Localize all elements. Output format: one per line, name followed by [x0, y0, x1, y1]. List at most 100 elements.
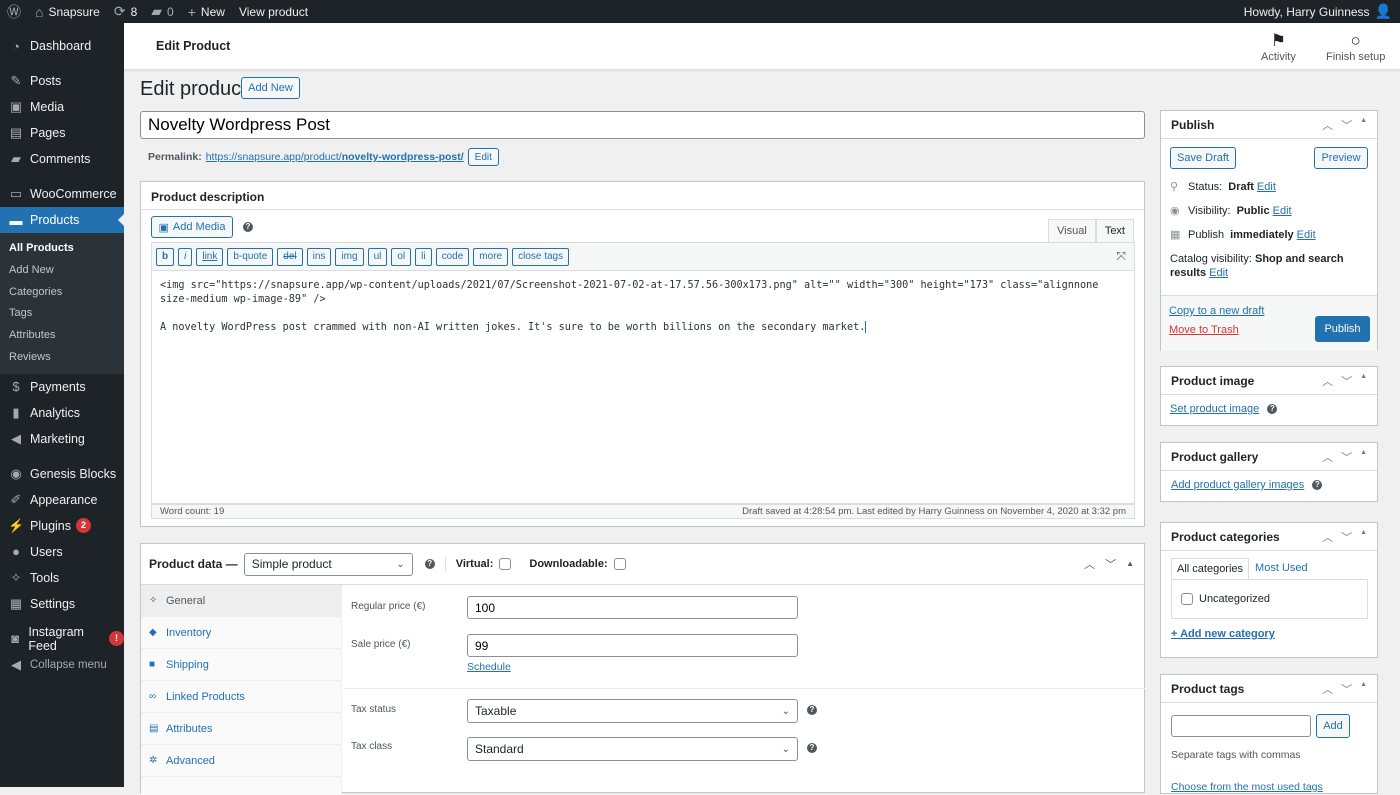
- qt-img-button[interactable]: img: [335, 247, 364, 266]
- product-title-input[interactable]: [140, 111, 1145, 139]
- sidebar-item-tools[interactable]: ✧ Tools: [0, 565, 124, 591]
- move-to-trash-link[interactable]: Move to Trash: [1169, 324, 1239, 336]
- submenu-categories[interactable]: Categories: [0, 282, 124, 304]
- sidebar-item-payments[interactable]: $ Payments: [0, 374, 124, 400]
- visibility-edit-link[interactable]: Edit: [1273, 205, 1292, 217]
- sidebar-item-marketing[interactable]: ◀ Marketing: [0, 426, 124, 452]
- downloadable-checkbox[interactable]: [613, 558, 626, 570]
- site-name-link[interactable]: ⌂ Snapsure: [28, 0, 107, 23]
- wp-logo-button[interactable]: Ⓦ: [0, 0, 28, 23]
- tab-all-categories[interactable]: All categories: [1171, 558, 1250, 580]
- move-down-icon[interactable]: ﹀: [1341, 117, 1352, 133]
- tab-inventory[interactable]: ◆ Inventory: [141, 617, 341, 649]
- add-new-button[interactable]: Add New: [241, 77, 300, 99]
- sidebar-item-products[interactable]: ▬ Products: [0, 207, 124, 233]
- set-product-image-link[interactable]: Set product image: [1170, 403, 1259, 415]
- help-icon[interactable]: ?: [1267, 404, 1278, 414]
- updates-link[interactable]: ⟳ 8: [107, 0, 144, 23]
- move-down-icon[interactable]: ﹀: [1105, 556, 1116, 572]
- tax-class-select[interactable]: Standard ⌄: [467, 737, 798, 761]
- new-content-link[interactable]: + New: [181, 0, 232, 23]
- add-media-button[interactable]: ▣ Add Media: [151, 216, 233, 238]
- qt-del-button[interactable]: del: [277, 247, 303, 266]
- tab-visual[interactable]: Visual: [1048, 219, 1096, 243]
- sidebar-item-comments[interactable]: ▰ Comments: [0, 146, 124, 172]
- move-down-icon[interactable]: ﹀: [1341, 681, 1352, 697]
- submenu-all-products[interactable]: All Products: [0, 238, 124, 260]
- tag-input[interactable]: [1171, 715, 1311, 737]
- qt-li-button[interactable]: li: [415, 247, 432, 266]
- tab-most-used[interactable]: Most Used: [1249, 558, 1314, 580]
- view-product-link[interactable]: View product: [232, 0, 315, 23]
- move-up-icon[interactable]: ︿: [1322, 117, 1333, 133]
- toggle-panel-icon[interactable]: ▲: [1360, 117, 1367, 133]
- move-down-icon[interactable]: ﹀: [1341, 449, 1352, 465]
- sale-price-input[interactable]: [467, 634, 798, 657]
- help-icon[interactable]: ?: [243, 222, 253, 232]
- help-icon[interactable]: ?: [1312, 480, 1323, 490]
- tab-general[interactable]: ✧ General: [141, 585, 341, 617]
- sidebar-item-media[interactable]: ▣ Media: [0, 94, 124, 120]
- submenu-add-new[interactable]: Add New: [0, 260, 124, 282]
- toggle-panel-icon[interactable]: ▲: [1360, 449, 1367, 465]
- move-down-icon[interactable]: ﹀: [1341, 529, 1352, 545]
- move-up-icon[interactable]: ︿: [1322, 681, 1333, 697]
- save-draft-button[interactable]: Save Draft: [1170, 147, 1236, 169]
- qt-close-tags-button[interactable]: close tags: [512, 247, 570, 266]
- account-menu[interactable]: Howdy, Harry Guinness 👤: [1237, 0, 1400, 23]
- qt-blockquote-button[interactable]: b-quote: [227, 247, 274, 266]
- comments-link[interactable]: ▰ 0: [144, 0, 180, 23]
- finish-setup-button[interactable]: ○ Finish setup: [1326, 31, 1385, 63]
- preview-button[interactable]: Preview: [1314, 147, 1368, 169]
- move-up-icon[interactable]: ︿: [1322, 449, 1333, 465]
- help-icon[interactable]: ?: [807, 743, 817, 753]
- sidebar-item-instagram-feed[interactable]: ◙ Instagram Feed!: [0, 625, 124, 653]
- sidebar-item-users[interactable]: ● Users: [0, 539, 124, 565]
- sidebar-item-genesis-blocks[interactable]: ◉ Genesis Blocks: [0, 461, 124, 487]
- tab-attributes[interactable]: ▤ Attributes: [141, 713, 341, 745]
- virtual-checkbox[interactable]: [499, 558, 512, 570]
- move-up-icon[interactable]: ︿: [1322, 529, 1333, 545]
- submenu-attributes[interactable]: Attributes: [0, 325, 124, 347]
- move-up-icon[interactable]: ︿: [1084, 556, 1095, 572]
- activity-button[interactable]: ⚑ Activity: [1261, 31, 1296, 63]
- tax-status-select[interactable]: Taxable ⌄: [467, 699, 798, 723]
- submenu-tags[interactable]: Tags: [0, 303, 124, 325]
- toggle-panel-icon[interactable]: ▲: [1360, 681, 1367, 697]
- choose-tags-link[interactable]: Choose from the most used tags: [1171, 781, 1323, 793]
- description-textarea[interactable]: <img src="https://snapsure.app/wp-conten…: [151, 271, 1135, 504]
- sidebar-item-dashboard[interactable]: ◔ Dashboard: [0, 33, 124, 59]
- sidebar-item-pages[interactable]: ▤ Pages: [0, 120, 124, 146]
- tab-advanced[interactable]: ✲ Advanced: [141, 745, 341, 777]
- toggle-panel-icon[interactable]: ▲: [1360, 529, 1367, 545]
- submenu-reviews[interactable]: Reviews: [0, 347, 124, 369]
- sidebar-item-posts[interactable]: ✎ Posts: [0, 68, 124, 94]
- permalink-edit-button[interactable]: Edit: [467, 148, 499, 166]
- status-edit-link[interactable]: Edit: [1257, 181, 1276, 193]
- qt-ins-button[interactable]: ins: [306, 247, 332, 266]
- qt-ul-button[interactable]: ul: [367, 247, 388, 266]
- catalog-edit-link[interactable]: Edit: [1209, 267, 1228, 279]
- schedule-edit-link[interactable]: Edit: [1297, 229, 1316, 241]
- help-icon[interactable]: ?: [807, 705, 817, 715]
- add-gallery-images-link[interactable]: Add product gallery images: [1171, 479, 1304, 491]
- qt-more-button[interactable]: more: [473, 247, 509, 266]
- add-new-category-link[interactable]: + Add new category: [1171, 628, 1275, 640]
- sidebar-item-analytics[interactable]: ▮ Analytics: [0, 400, 124, 426]
- collapse-menu-button[interactable]: ◀ Collapse menu: [0, 652, 124, 678]
- copy-draft-link[interactable]: Copy to a new draft: [1169, 305, 1264, 317]
- qt-link-button[interactable]: link: [196, 247, 224, 266]
- help-icon[interactable]: ?: [424, 559, 435, 569]
- tab-text[interactable]: Text: [1095, 219, 1134, 243]
- add-tag-button[interactable]: Add: [1316, 714, 1350, 738]
- category-checkbox-uncategorized[interactable]: [1181, 593, 1193, 605]
- qt-bold-button[interactable]: b: [156, 247, 175, 266]
- sidebar-item-woocommerce[interactable]: ▭ WooCommerce: [0, 181, 124, 207]
- schedule-link[interactable]: Schedule: [467, 661, 511, 673]
- toggle-panel-icon[interactable]: ▲: [1360, 373, 1367, 389]
- product-type-select[interactable]: Simple product ⌄: [243, 552, 413, 576]
- qt-ol-button[interactable]: ol: [391, 247, 412, 266]
- tab-shipping[interactable]: ■ Shipping: [141, 649, 341, 681]
- qt-italic-button[interactable]: i: [178, 247, 193, 266]
- publish-button[interactable]: Publish: [1315, 316, 1370, 342]
